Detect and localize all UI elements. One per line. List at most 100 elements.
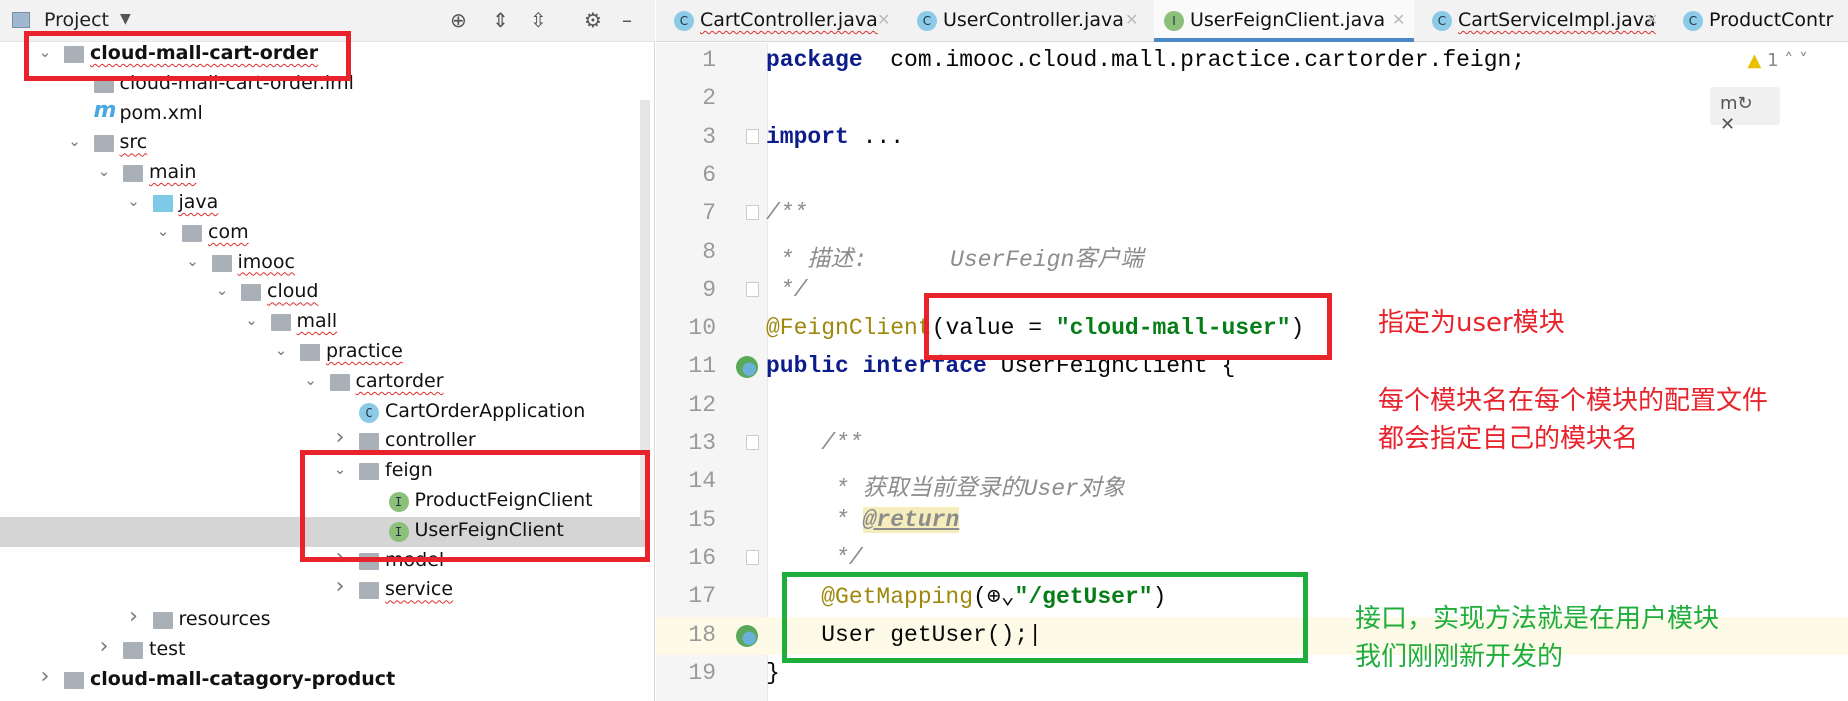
package-icon <box>241 284 261 302</box>
project-view-selector[interactable]: Project <box>44 9 109 31</box>
tab-label: CartServiceImpl.java <box>1458 9 1656 31</box>
tab-productcontr[interactable]: C ProductContr <box>1673 0 1848 42</box>
spring-boot-class-icon: C <box>359 402 379 423</box>
chevron-down-icon[interactable]: ⌄ <box>213 281 231 299</box>
code-line[interactable]: 7 /** <box>656 195 1848 233</box>
minimize-icon[interactable]: – <box>622 8 632 32</box>
code-line[interactable]: 1 package com.imooc.cloud.mall.practice.c… <box>656 42 1848 80</box>
annotation-red-2: 每个模块名在每个模块的配置文件 <box>1378 386 1769 416</box>
code-token: } <box>766 659 780 686</box>
annotation-green-2: 我们刚刚新开发的 <box>1355 642 1564 672</box>
tab-usercontroller-java[interactable]: C UserController.java ✕ <box>907 0 1147 42</box>
code-token: * 描述: UserFeign客户端 <box>766 246 1144 273</box>
maven-icon: m <box>93 97 117 123</box>
chevron-right-icon[interactable]: › <box>125 604 143 629</box>
line-number: 18 <box>688 621 716 648</box>
folder-icon <box>93 135 114 153</box>
fold-icon[interactable] <box>746 128 759 144</box>
maven-reload-popup[interactable]: m↻ ✕ <box>1710 87 1780 135</box>
tree-item[interactable]: ⌄ main <box>0 159 650 189</box>
line-number: 11 <box>688 353 716 380</box>
annotation-red-3: 都会指定自己的模块名 <box>1378 424 1639 454</box>
tab-userfeignclient-java[interactable]: I UserFeignClient.java ✕ <box>1154 0 1414 42</box>
code-text: /** <box>766 430 862 456</box>
chevron-down-icon[interactable]: ⌄ <box>125 192 143 210</box>
tree-item[interactable]: › test <box>0 634 650 666</box>
code-token: @return <box>862 506 960 533</box>
fold-icon[interactable] <box>746 549 759 565</box>
close-icon[interactable]: ✕ <box>1645 10 1658 29</box>
tree-item-label: cloud <box>267 280 319 303</box>
implemented-icon[interactable] <box>736 356 758 379</box>
expand-all-icon[interactable]: ⇕ <box>492 8 509 32</box>
tree-item[interactable]: ⌄ practice <box>0 338 650 368</box>
chevron-down-icon[interactable]: ⌄ <box>66 132 84 150</box>
tree-item[interactable]: m pom.xml <box>0 97 650 130</box>
tree-item[interactable]: ⌄ mall <box>0 308 650 338</box>
chevron-right-icon[interactable]: › <box>36 664 54 689</box>
chevron-right-icon[interactable]: › <box>331 574 349 599</box>
folder-icon <box>152 612 173 630</box>
fold-icon[interactable] <box>746 435 759 450</box>
interface-icon: I <box>1164 11 1184 31</box>
fold-icon[interactable] <box>746 205 759 221</box>
project-panel: Project ▼ ⊕ ⇕ ⇳ ⚙ – ⌄ cloud-mall-cart-ord… <box>0 0 655 701</box>
tree-item[interactable]: ⌄ java <box>0 189 650 219</box>
tree-item[interactable]: › cloud-mall-catagory-product <box>0 664 650 696</box>
close-icon[interactable]: ✕ <box>1720 114 1735 135</box>
tree-item[interactable]: ⌄ src <box>0 129 650 159</box>
tree-item-label: src <box>119 131 148 154</box>
tree-item[interactable]: ⌄ cloud <box>0 278 650 308</box>
line-number: 9 <box>702 276 716 303</box>
chevron-right-icon[interactable]: › <box>331 425 349 450</box>
warning-count: 1 <box>1767 50 1779 71</box>
locate-icon[interactable]: ⊕ <box>450 8 467 32</box>
code-token: * 获取当前登录的User对象 <box>766 476 1125 503</box>
chevron-down-icon[interactable]: ⌄ <box>154 222 172 240</box>
collapse-all-icon[interactable]: ⇳ <box>530 8 547 32</box>
code-text: * @return <box>766 506 960 533</box>
code-line[interactable]: 3 import ... <box>656 119 1848 157</box>
tree-item-label: main <box>149 161 197 184</box>
tree-item-label: CartOrderApplication <box>385 399 586 422</box>
code-text: */ <box>766 545 863 571</box>
chevron-right-icon[interactable]: › <box>95 634 113 659</box>
chevron-down-icon[interactable]: ⌄ <box>302 371 320 389</box>
tab-cartserviceimpl-java[interactable]: C CartServiceImpl.java ✕ <box>1422 0 1667 42</box>
chevron-down-icon[interactable]: ⌄ <box>184 252 202 270</box>
chevron-down-icon[interactable]: ▼ <box>120 11 131 27</box>
chevron-down-icon[interactable]: ⌄ <box>272 341 290 359</box>
tree-item[interactable]: ⌄ com <box>0 219 650 249</box>
tree-item[interactable]: › service <box>0 574 650 606</box>
close-icon[interactable]: ✕ <box>877 10 890 29</box>
chevron-down-icon[interactable]: ⌄ <box>243 311 261 329</box>
close-icon[interactable]: ✕ <box>1392 10 1405 29</box>
gear-icon[interactable]: ⚙ <box>584 8 602 32</box>
code-line[interactable]: 13 /** <box>656 425 1848 463</box>
code-line[interactable]: 2 <box>656 80 1848 118</box>
code-text: * 获取当前登录的User对象 <box>766 468 1125 502</box>
code-token: package <box>766 47 863 73</box>
code-token: import <box>766 123 849 150</box>
package-icon <box>329 373 350 391</box>
tree-item-label: mall <box>296 310 338 333</box>
tree-item[interactable]: ⌄ cartorder <box>0 368 650 398</box>
fold-icon[interactable] <box>746 281 759 297</box>
code-line[interactable]: 14 * 获取当前登录的User对象 <box>656 463 1848 502</box>
tree-item[interactable]: C CartOrderApplication <box>0 398 650 428</box>
code-line[interactable]: 15 * @return <box>656 502 1848 540</box>
tree-item[interactable]: › resources <box>0 604 650 636</box>
code-token: * <box>766 506 863 533</box>
tree-item-label: imooc <box>237 250 295 273</box>
maven-reload-icon[interactable]: m↻ <box>1720 93 1753 114</box>
line-number: 3 <box>702 123 716 150</box>
close-icon[interactable]: ✕ <box>1125 10 1138 29</box>
code-line[interactable]: 8 * 描述: UserFeign客户端 <box>656 234 1848 273</box>
inspection-widget[interactable]: ▲ 1 ˄ ˅ <box>1748 50 1808 71</box>
chevron-down-icon[interactable]: ⌄ <box>95 162 113 180</box>
line-number: 12 <box>688 391 716 418</box>
code-line[interactable]: 6 <box>656 157 1848 195</box>
tab-cartcontroller-java[interactable]: C CartController.java ✕ <box>664 0 899 42</box>
implemented-icon[interactable] <box>736 624 758 647</box>
tree-item[interactable]: ⌄ imooc <box>0 249 650 279</box>
